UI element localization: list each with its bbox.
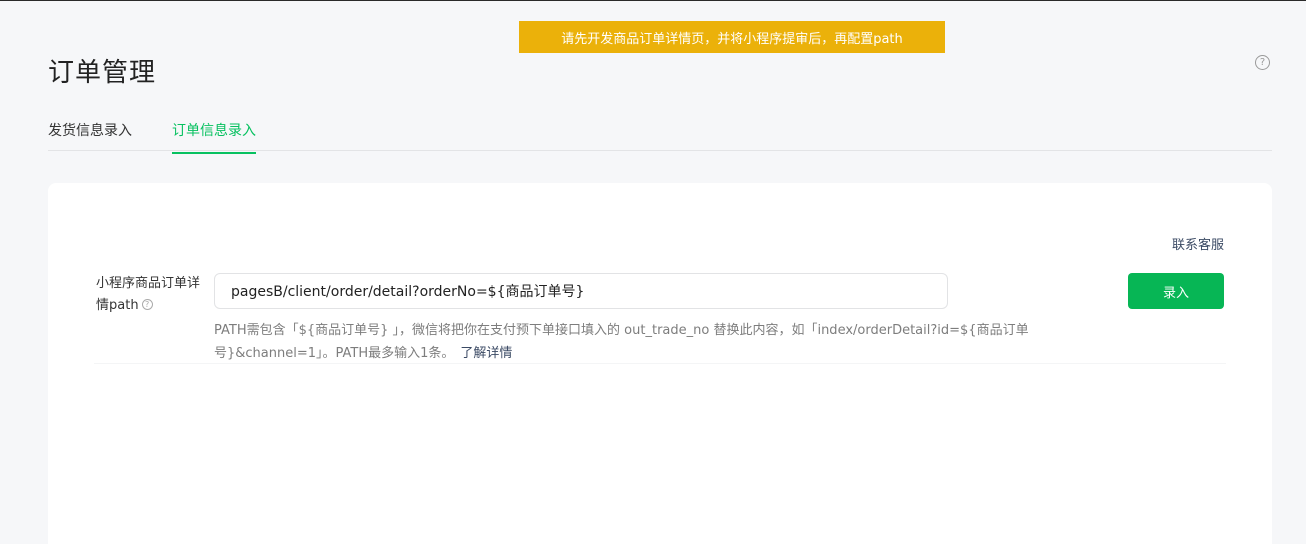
warning-banner: 请先开发商品订单详情页，并将小程序提审后，再配置path xyxy=(519,21,945,53)
path-input[interactable] xyxy=(214,273,948,309)
help-icon[interactable]: ? xyxy=(1255,55,1270,70)
page-title: 订单管理 xyxy=(48,58,157,88)
path-hint-text: PATH需包含「${商品订单号} 」，微信将把你在支付预下单接口填入的 out_… xyxy=(214,323,1029,361)
top-divider xyxy=(0,0,1306,1)
question-icon[interactable]: ? xyxy=(141,299,153,310)
tab-bar: 发货信息录入 订单信息录入 xyxy=(48,106,1272,154)
submit-button[interactable]: 录入 xyxy=(1128,273,1224,309)
warning-banner-text: 请先开发商品订单详情页，并将小程序提审后，再配置path xyxy=(561,31,903,47)
tab-shipping-info[interactable]: 发货信息录入 xyxy=(48,120,132,152)
path-field-label: 小程序商品订单详情path? xyxy=(96,273,206,317)
contact-support-link[interactable]: 联系客服 xyxy=(1172,234,1224,253)
path-form-row: 小程序商品订单详情path? 录入 PATH需包含「${商品订单号} 」，微信将… xyxy=(94,268,1226,364)
content-card: 联系客服 小程序商品订单详情path? 录入 PATH需包含「${商品订单号} … xyxy=(48,183,1272,544)
tab-order-info[interactable]: 订单信息录入 xyxy=(172,120,256,154)
path-hint: PATH需包含「${商品订单号} 」，微信将把你在支付预下单接口填入的 out_… xyxy=(214,319,1094,365)
learn-more-link[interactable]: 了解详情 xyxy=(460,346,512,361)
order-management-page: 请先开发商品订单详情页，并将小程序提审后，再配置path 订单管理 ? 发货信息… xyxy=(0,0,1306,544)
